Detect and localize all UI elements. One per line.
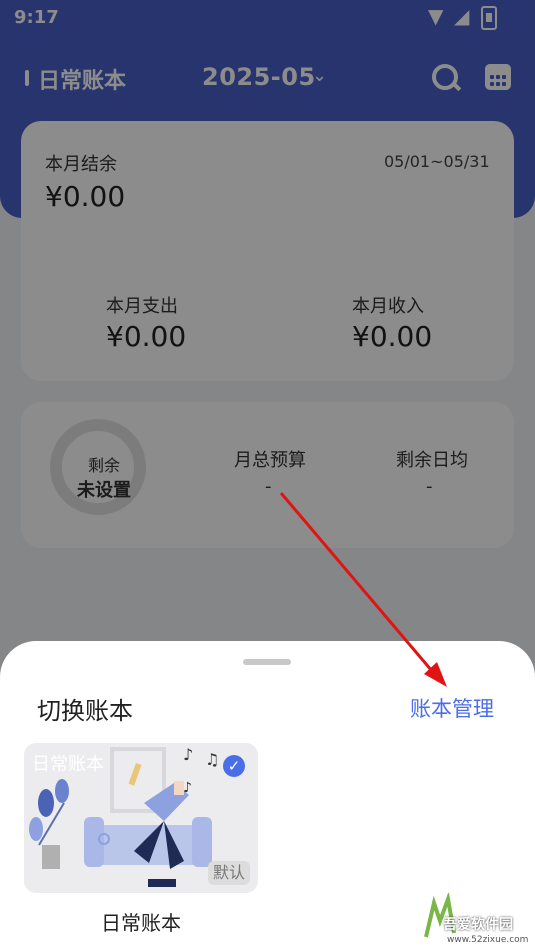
watermark-text: 吾爱软件园 (443, 917, 513, 933)
annotation-arrow (279, 492, 447, 687)
watermark-url: www.52zixue.com (447, 935, 529, 945)
